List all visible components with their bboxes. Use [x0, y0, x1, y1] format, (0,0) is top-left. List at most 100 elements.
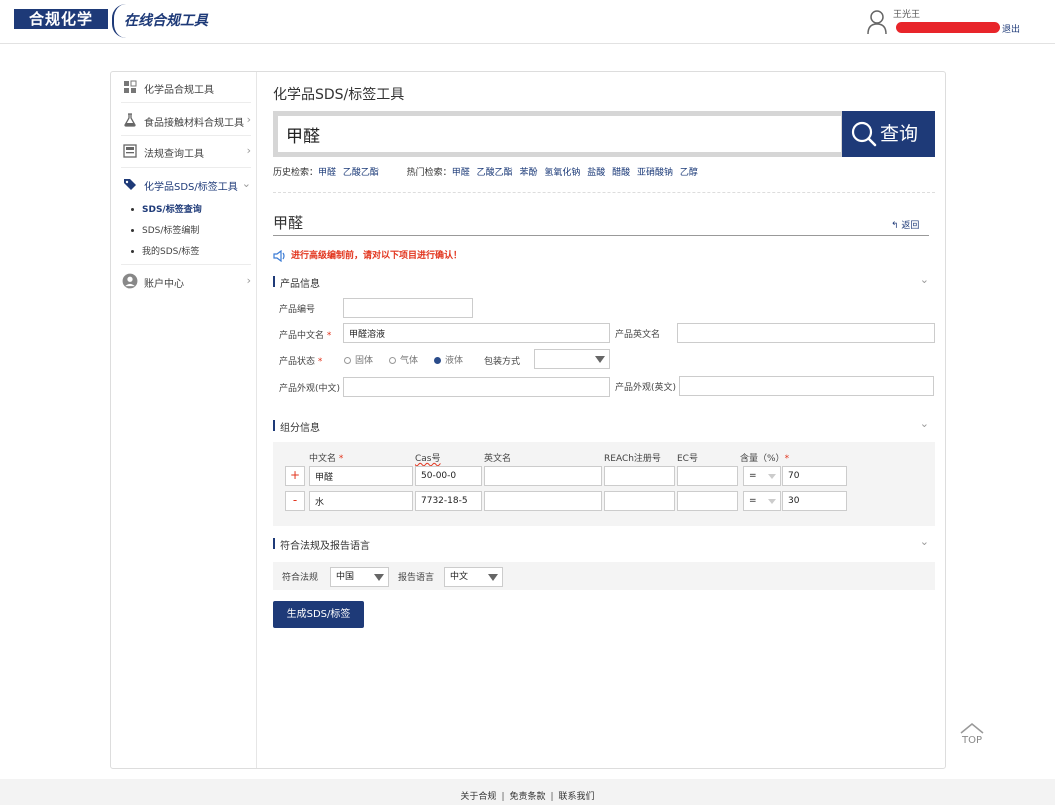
product-en-name-input[interactable] [677, 323, 935, 343]
bullet [131, 229, 134, 232]
language-select[interactable]: 中文 [444, 567, 503, 587]
radio-gas[interactable]: 气体 [389, 353, 418, 366]
pack-select[interactable] [534, 349, 610, 369]
sidebar-item-chemical-compliance[interactable]: 化学品合规工具 [111, 72, 257, 102]
logo[interactable]: 合规化学 [14, 9, 108, 29]
section-title: 符合法规及报告语言 [280, 541, 370, 552]
appearance-cn-input[interactable] [343, 377, 610, 397]
footer-links: 关于合规 | 免责条款 | 联系我们 [460, 792, 595, 802]
product-state-label: 产品状态 * [279, 357, 323, 367]
chevron-down-icon: ⌄ [919, 273, 929, 286]
component-en-input[interactable] [484, 466, 602, 486]
chevron-down-icon: ⌄ [919, 535, 929, 548]
sidebar-subitem-sds-query[interactable]: SDS/标签查询 [131, 202, 202, 215]
language-label: 报告语言 [398, 573, 435, 583]
grid-icon [124, 80, 137, 93]
sidebar-item-label: 化学品SDS/标签工具 [144, 182, 238, 193]
divider [121, 167, 251, 168]
appearance-en-input[interactable] [679, 376, 934, 396]
search-bar: 查询 [273, 111, 935, 157]
sidebar-item-regulation-query[interactable]: 法规查询工具 › [111, 136, 257, 166]
component-cn-input[interactable] [309, 466, 413, 486]
sidebar-item-food-contact[interactable]: 食品接触材料合规工具 › [111, 105, 257, 135]
remove-row-button[interactable]: - [285, 491, 305, 511]
tag-icon [124, 179, 136, 190]
divider [273, 235, 929, 236]
sidebar-item-label: 食品接触材料合规工具 [144, 118, 244, 129]
history-link[interactable]: 乙酸乙酯 [343, 168, 379, 178]
section-law-language[interactable]: 符合法规及报告语言 ⌄ [273, 535, 933, 552]
chevron-right-icon: › [246, 274, 251, 287]
product-cn-name-label: 产品中文名 * [279, 331, 332, 341]
add-row-button[interactable]: + [285, 466, 305, 486]
substance-title: 甲醛 [273, 214, 304, 232]
hot-link[interactable]: 盐酸 [587, 168, 605, 178]
notice-message: 进行高级编制前，请对以下项目进行确认！ [273, 248, 462, 262]
dropdown-arrow-icon [595, 356, 605, 363]
section-marker [273, 276, 275, 287]
dropdown-arrow-icon [374, 574, 384, 581]
sidebar-subitem-my-sds[interactable]: 我的SDS/标签 [131, 244, 199, 257]
section-title: 组分信息 [280, 423, 320, 434]
footer-link-contact[interactable]: 联系我们 [559, 792, 595, 802]
sidebar-subitem-sds-compile[interactable]: SDS/标签编制 [131, 223, 199, 236]
hot-link[interactable]: 乙酸乙酯 [477, 168, 513, 178]
back-label: 返回 [901, 221, 920, 231]
generate-sds-button[interactable]: 生成SDS/标签 [273, 601, 364, 628]
logout-link[interactable]: 退出 [1002, 22, 1020, 35]
hot-link[interactable]: 氢氧化钠 [544, 168, 580, 178]
history-link[interactable]: 甲醛 [318, 168, 336, 178]
section-components[interactable]: 组分信息 ⌄ [273, 417, 933, 434]
section-product-info[interactable]: 产品信息 ⌄ [273, 273, 933, 290]
hot-link[interactable]: 乙醇 [680, 168, 698, 178]
back-link[interactable]: ↰ 返回 [891, 218, 919, 231]
law-select[interactable]: 中国 [330, 567, 389, 587]
component-ec-input[interactable] [677, 491, 738, 511]
component-amount-input[interactable] [782, 466, 847, 486]
top-label: TOP [961, 735, 982, 746]
hot-link[interactable]: 苯酚 [519, 168, 537, 178]
hot-link[interactable]: 亚硝酸钠 [637, 168, 673, 178]
radio-solid[interactable]: 固体 [344, 353, 373, 366]
dropdown-arrow-icon [768, 474, 776, 479]
hot-link[interactable]: 甲醛 [452, 168, 470, 178]
section-title: 产品信息 [280, 279, 320, 290]
hot-link[interactable]: 醋酸 [612, 168, 630, 178]
sidebar-item-account[interactable]: 账户中心 › [111, 266, 257, 296]
account-icon [122, 273, 138, 289]
component-amount-input[interactable] [782, 491, 847, 511]
sidebar-item-sds-label[interactable]: 化学品SDS/标签工具 ⌄ [111, 169, 257, 199]
component-cas-input[interactable] [415, 491, 482, 511]
section-marker [273, 538, 275, 549]
operator-select[interactable]: = [743, 466, 781, 486]
back-to-top-button[interactable]: TOP [957, 722, 987, 752]
component-ec-input[interactable] [677, 466, 738, 486]
search-icon [851, 121, 877, 147]
product-code-input[interactable] [343, 298, 473, 318]
flask-icon [124, 113, 136, 127]
component-en-input[interactable] [484, 491, 602, 511]
search-button[interactable]: 查询 [842, 111, 935, 157]
product-cn-name-input[interactable] [343, 323, 610, 343]
sidebar: 化学品合规工具 食品接触材料合规工具 › 法规查询工具 › 化学品SDS/标签工… [111, 72, 257, 768]
content: 化学品SDS/标签工具 查询 历史检索：甲醛 乙酸乙酯 热门检索：甲醛 乙酸乙酯… [273, 72, 937, 768]
dropdown-arrow-icon [768, 499, 776, 504]
search-input[interactable] [278, 116, 841, 152]
operator-select[interactable]: = [743, 491, 781, 511]
col-header-ec: EC号 [677, 454, 698, 464]
header: 合规化学 在线合规工具 王光王 退出 [0, 0, 1055, 44]
component-cn-input[interactable] [309, 491, 413, 511]
component-reach-input[interactable] [604, 466, 675, 486]
chevron-down-icon: ⌄ [241, 177, 251, 190]
chevron-down-icon: ⌄ [919, 417, 929, 430]
section-marker [273, 420, 275, 431]
hot-label: 热门检索： [406, 168, 452, 178]
user-name: 王光王 [893, 10, 921, 20]
component-reach-input[interactable] [604, 491, 675, 511]
footer-link-disclaimer[interactable]: 免责条款 [509, 792, 545, 802]
component-cas-input[interactable] [415, 466, 482, 486]
product-code-label: 产品编号 [279, 305, 316, 315]
radio-liquid[interactable]: 液体 [434, 353, 463, 366]
footer-link-about[interactable]: 关于合规 [460, 792, 496, 802]
chevron-right-icon: › [246, 113, 251, 126]
